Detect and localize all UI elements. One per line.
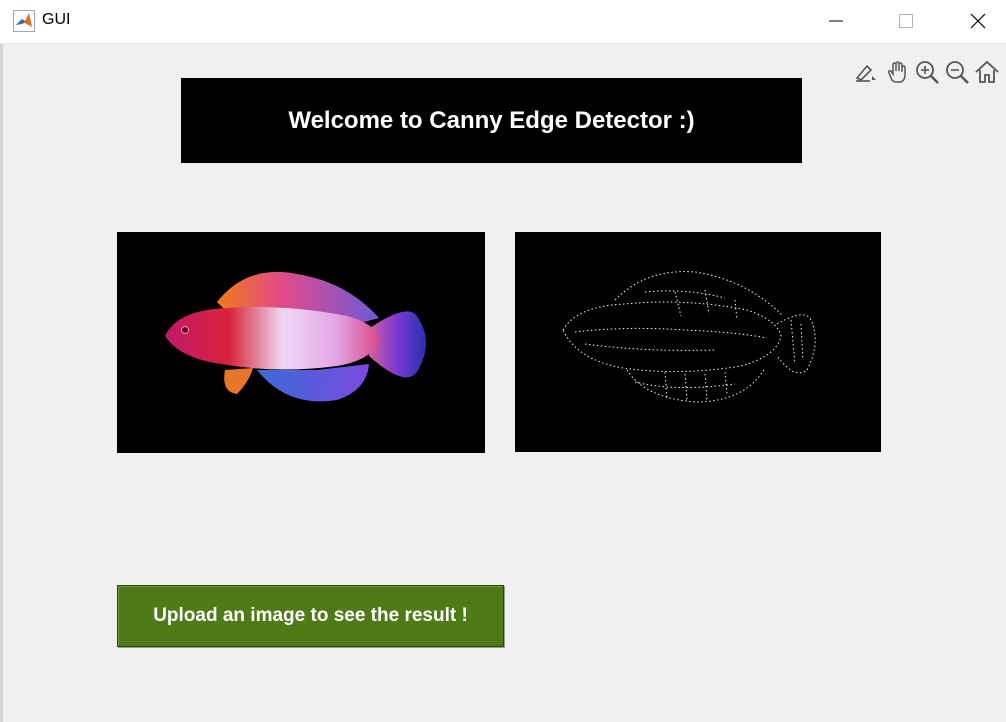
home-icon[interactable] bbox=[973, 58, 1001, 86]
maximize-button[interactable] bbox=[883, 0, 929, 43]
edge-image bbox=[562, 271, 816, 403]
minimize-button[interactable] bbox=[813, 0, 859, 43]
close-icon bbox=[970, 13, 986, 29]
zoom-in-icon[interactable] bbox=[913, 58, 941, 86]
banner-title: Welcome to Canny Edge Detector :) bbox=[288, 106, 695, 134]
edge-result-axes bbox=[515, 232, 881, 452]
original-image-axes bbox=[117, 232, 485, 453]
maximize-icon bbox=[899, 14, 913, 28]
close-button[interactable] bbox=[955, 0, 1001, 43]
upload-image-button[interactable]: Upload an image to see the result ! bbox=[117, 585, 504, 647]
pan-hand-icon[interactable] bbox=[883, 58, 911, 86]
window-left-edge bbox=[0, 0, 3, 722]
brush-icon[interactable] bbox=[852, 58, 880, 86]
matlab-logo-icon bbox=[13, 10, 35, 32]
welcome-banner: Welcome to Canny Edge Detector :) bbox=[181, 78, 802, 163]
title-bar: GUI bbox=[0, 0, 1006, 44]
upload-button-label: Upload an image to see the result ! bbox=[153, 605, 468, 626]
axes-toolbar bbox=[852, 58, 1002, 88]
fish-image bbox=[165, 271, 426, 402]
zoom-out-icon[interactable] bbox=[943, 58, 971, 86]
window-title: GUI bbox=[42, 11, 71, 28]
minimize-icon bbox=[829, 20, 843, 22]
